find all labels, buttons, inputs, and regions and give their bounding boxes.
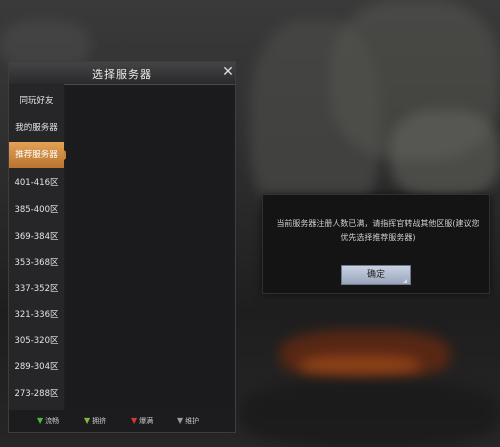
legend-label: 爆满 bbox=[139, 417, 154, 425]
signal-icon: ▼ bbox=[37, 416, 44, 425]
tab-range-369-384[interactable]: 369-384区 bbox=[9, 224, 64, 250]
background-shape bbox=[300, 355, 420, 375]
tab-range-353-368[interactable]: 353-368区 bbox=[9, 250, 64, 276]
tab-range-321-336[interactable]: 321-336区 bbox=[9, 302, 64, 328]
legend-maintenance: ▼ 维护 bbox=[177, 415, 199, 427]
server-tab-list: 同玩好友 我的服务器 推荐服务器 401-416区 385-400区 369-3… bbox=[9, 84, 70, 414]
server-list-area bbox=[66, 86, 234, 412]
tab-range-273-288[interactable]: 273-288区 bbox=[9, 381, 64, 407]
tab-range-401-416[interactable]: 401-416区 bbox=[9, 170, 64, 196]
tab-recommended[interactable]: 推荐服务器 bbox=[9, 142, 70, 168]
signal-icon: ▼ bbox=[177, 416, 184, 425]
panel-header: 选择服务器 ✕ bbox=[9, 62, 235, 85]
close-icon: ✕ bbox=[222, 64, 234, 80]
tab-range-385-400[interactable]: 385-400区 bbox=[9, 197, 64, 223]
legend-label: 拥挤 bbox=[92, 417, 107, 425]
dialog-message: 当前服务器注册人数已满，请指挥官转战其他区服(建议您优先选择推荐服务器) bbox=[276, 219, 480, 242]
legend-full: ▼ 爆满 bbox=[131, 415, 153, 427]
signal-icon: ▼ bbox=[84, 416, 91, 425]
tab-range-289-304[interactable]: 289-304区 bbox=[9, 354, 64, 380]
panel-title: 选择服务器 bbox=[92, 68, 152, 81]
legend-label: 维护 bbox=[185, 417, 200, 425]
confirm-button[interactable]: 确定 bbox=[341, 265, 411, 285]
signal-icon: ▼ bbox=[131, 416, 138, 425]
background-shape bbox=[390, 110, 500, 200]
legend-crowded: ▼ 拥挤 bbox=[84, 415, 106, 427]
legend-smooth: ▼ 流畅 bbox=[37, 415, 59, 427]
tab-friends[interactable]: 同玩好友 bbox=[9, 88, 64, 114]
legend-label: 流畅 bbox=[45, 417, 60, 425]
close-button[interactable]: ✕ bbox=[220, 64, 236, 80]
tab-range-305-320[interactable]: 305-320区 bbox=[9, 328, 64, 354]
tab-my-servers[interactable]: 我的服务器 bbox=[9, 115, 64, 141]
server-select-panel: 选择服务器 ✕ 同玩好友 我的服务器 推荐服务器 401-416区 385-40… bbox=[8, 61, 236, 433]
tab-range-337-352[interactable]: 337-352区 bbox=[9, 276, 64, 302]
status-legend: ▼ 流畅 ▼ 拥挤 ▼ 爆满 ▼ 维护 bbox=[9, 410, 235, 432]
server-full-dialog: 当前服务器注册人数已满，请指挥官转战其他区服(建议您优先选择推荐服务器) 确定 bbox=[262, 194, 490, 294]
background-shape bbox=[240, 380, 500, 447]
corner-marker-icon bbox=[403, 279, 407, 283]
